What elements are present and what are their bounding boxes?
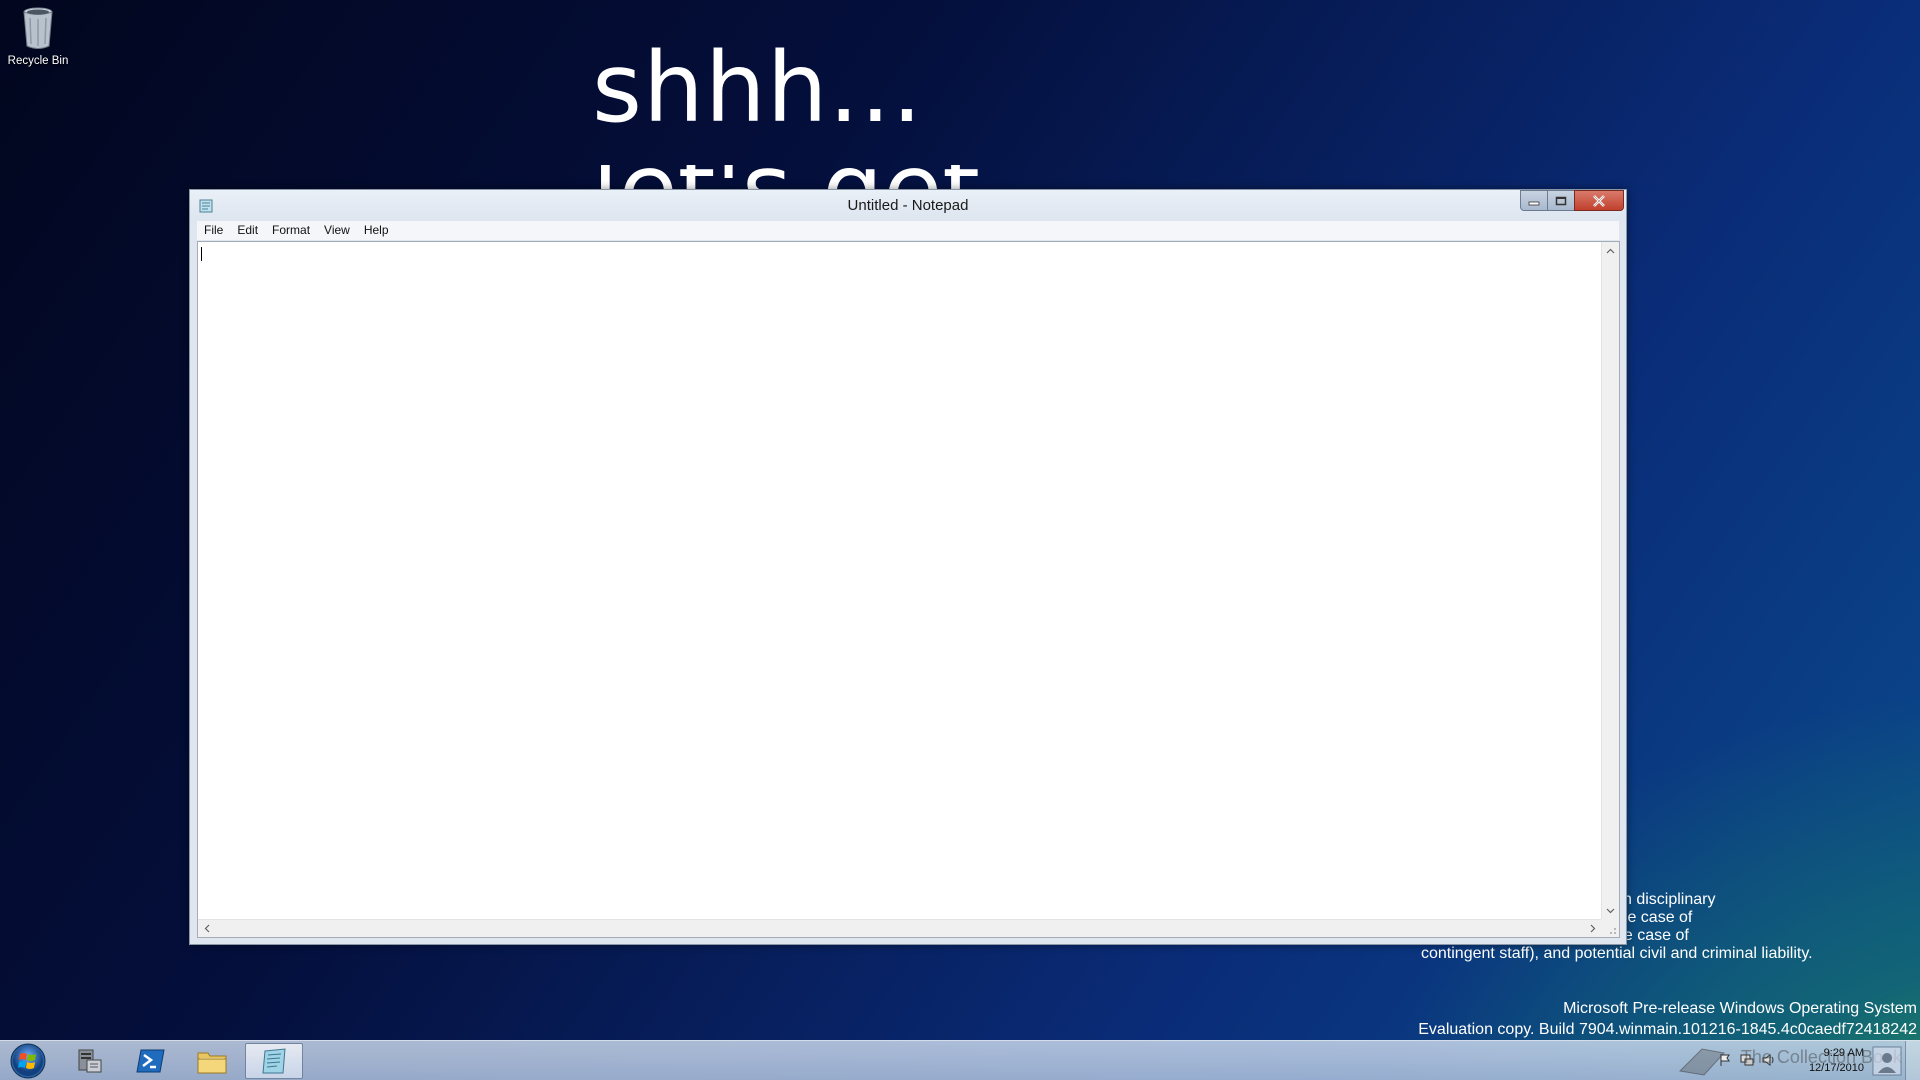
clock-time[interactable]: 9:29 AM xyxy=(1824,1047,1864,1059)
taskbar: The Collection Book 9:29 AM 12/17/2010 xyxy=(0,1040,1920,1080)
scroll-up-arrow[interactable] xyxy=(1602,242,1619,259)
notepad-window[interactable]: Untitled - Notepad File Edit Format View… xyxy=(189,189,1627,945)
menu-view[interactable]: View xyxy=(317,221,357,240)
flag-icon[interactable] xyxy=(1718,1053,1732,1067)
taskbar-server-manager[interactable] xyxy=(60,1043,118,1079)
recycle-bin-shortcut[interactable]: Recycle Bin xyxy=(4,6,72,76)
menu-edit[interactable]: Edit xyxy=(230,221,265,240)
user-avatar-icon[interactable] xyxy=(1872,1046,1902,1076)
desktop: Recycle Bin shhh... let's get ahead soft… xyxy=(0,0,1920,1080)
close-button[interactable] xyxy=(1574,190,1624,211)
text-caret xyxy=(201,247,202,261)
taskbar-powershell[interactable] xyxy=(122,1043,180,1079)
scroll-down-arrow[interactable] xyxy=(1602,902,1619,919)
start-button[interactable] xyxy=(2,1042,54,1080)
minimize-button[interactable] xyxy=(1520,190,1548,211)
window-title: Untitled - Notepad xyxy=(847,197,969,214)
resize-grip-icon xyxy=(1610,928,1616,934)
clock-date[interactable]: 12/17/2010 xyxy=(1809,1062,1864,1074)
menu-format[interactable]: Format xyxy=(265,221,317,240)
taskbar-notepad[interactable] xyxy=(245,1043,303,1079)
maximize-icon xyxy=(1555,196,1567,205)
vertical-scrollbar[interactable] xyxy=(1601,242,1619,919)
powershell-icon xyxy=(136,1049,165,1073)
size-grip[interactable] xyxy=(1601,919,1619,937)
text-content[interactable] xyxy=(198,242,1601,919)
windows-logo-icon xyxy=(10,1043,46,1079)
folder-icon xyxy=(197,1052,227,1074)
eval-line-os: Microsoft Pre-release Windows Operating … xyxy=(1563,1000,1917,1017)
recycle-bin-label: Recycle Bin xyxy=(7,55,69,67)
chevron-left-icon xyxy=(204,924,209,933)
menu-bar: File Edit Format View Help xyxy=(197,221,1619,240)
maximize-button[interactable] xyxy=(1547,190,1575,211)
title-bar[interactable]: Untitled - Notepad xyxy=(190,190,1626,220)
evaluation-notice: Microsoft Pre-release Windows Operating … xyxy=(1418,998,1917,1040)
minimize-icon xyxy=(1528,201,1540,205)
text-editor-area[interactable] xyxy=(197,241,1620,938)
close-icon xyxy=(1593,194,1605,207)
menu-file[interactable]: File xyxy=(197,221,230,240)
chevron-down-icon xyxy=(1606,908,1615,913)
recycle-bin-icon xyxy=(22,6,54,50)
horizontal-scrollbar[interactable] xyxy=(198,919,1601,937)
wallpaper-headline: shhh... xyxy=(592,32,924,144)
chevron-up-icon xyxy=(1606,248,1615,253)
menu-help[interactable]: Help xyxy=(357,221,396,240)
eval-line-build: Evaluation copy. Build 7904.winmain.1012… xyxy=(1418,1021,1917,1038)
confidential-line: contingent staff), and potential civil a… xyxy=(1421,945,1813,962)
wallpaper-subline: let's get ahead xyxy=(592,165,1112,191)
show-desktop-button[interactable] xyxy=(1905,1041,1920,1080)
taskbar-file-explorer[interactable] xyxy=(183,1043,241,1079)
chevron-right-icon xyxy=(1590,924,1595,933)
notepad-icon xyxy=(262,1048,286,1074)
system-tray: The Collection Book 9:29 AM 12/17/2010 xyxy=(1670,1041,1920,1080)
scroll-right-arrow[interactable] xyxy=(1584,920,1601,937)
scroll-left-arrow[interactable] xyxy=(198,920,215,937)
server-manager-icon xyxy=(78,1049,102,1073)
